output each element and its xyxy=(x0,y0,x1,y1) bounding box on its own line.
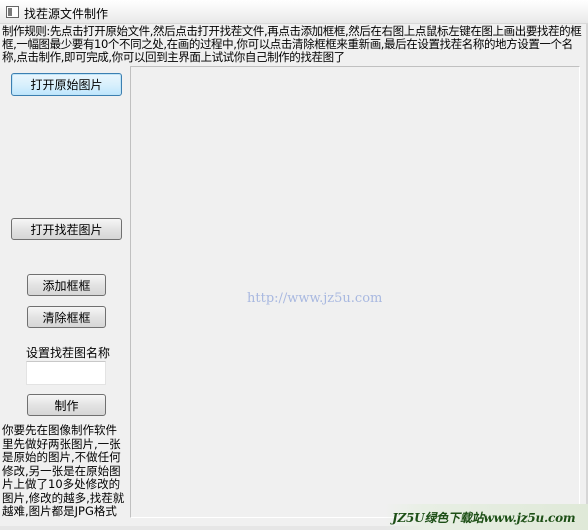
open-spot-image-button[interactable]: 打开找茬图片 xyxy=(11,218,122,240)
watermark-url: http://www.jz5u.com xyxy=(247,291,383,306)
open-original-image-button[interactable]: 打开原始图片 xyxy=(11,73,122,96)
name-label: 设置找茬图名称 xyxy=(26,346,111,360)
image-canvas[interactable]: http://www.jz5u.com xyxy=(130,66,580,518)
spot-name-input[interactable] xyxy=(26,361,106,385)
rules-text: 制作规则:先点击打开原始文件,然后点击打开找茬文件,再点击添加框框,然后在右图上… xyxy=(2,25,582,64)
title-bar[interactable]: 找茬源文件制作 xyxy=(0,0,588,24)
app-icon xyxy=(6,6,19,18)
instructions-note: 你要先在图像制作软件里先做好两张图片,一张是原始的图片,不做任何修改,另一张是在… xyxy=(2,424,125,518)
add-box-button[interactable]: 添加框框 xyxy=(27,274,106,296)
brand-watermark-text: JZ5U绿色下载站www.jz5u.com xyxy=(392,510,576,525)
window-title: 找茬源文件制作 xyxy=(24,7,109,21)
make-button[interactable]: 制作 xyxy=(27,394,106,416)
clear-box-button[interactable]: 清除框框 xyxy=(27,306,106,328)
brand-watermark: JZ5U绿色下载站www.jz5u.com xyxy=(384,504,588,530)
